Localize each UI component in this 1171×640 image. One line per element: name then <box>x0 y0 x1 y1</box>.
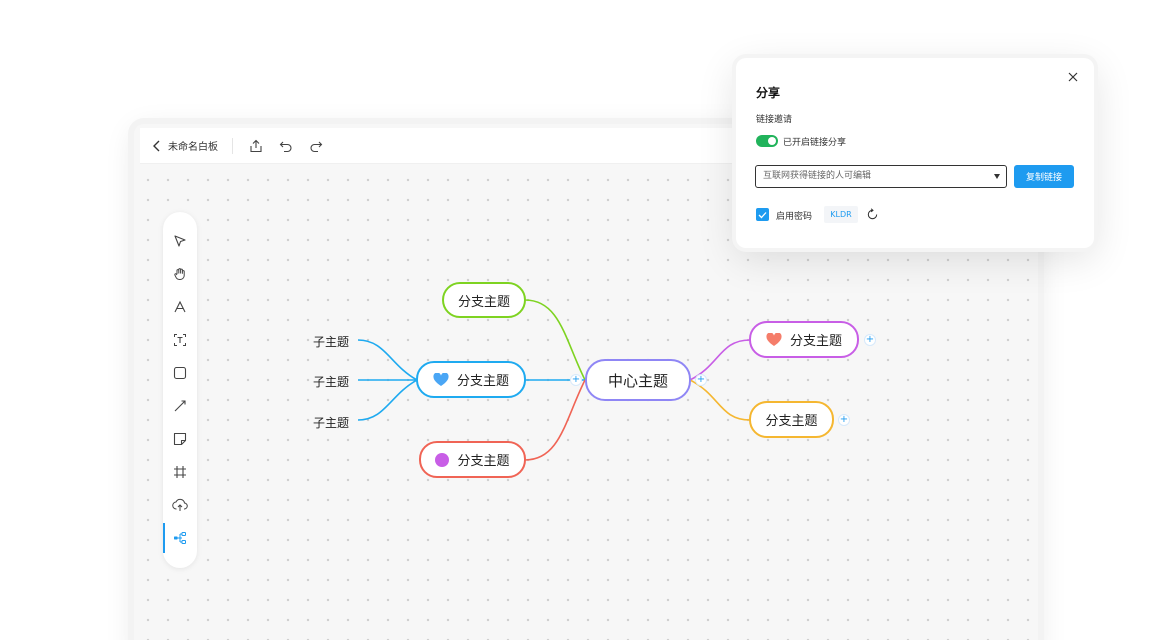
enable-password-checkbox[interactable] <box>756 208 769 221</box>
enable-password-label: 启用密码 <box>776 212 813 222</box>
password-value: KLDR <box>824 206 858 223</box>
refresh-icon[interactable] <box>866 208 879 221</box>
mindmap-branch-node[interactable]: 分支主题 <box>419 441 526 478</box>
mindmap-branch-node[interactable]: 分支主题 <box>749 401 834 438</box>
add-node-button[interactable]: + <box>864 334 876 346</box>
link-share-toggle-label: 已开启链接分享 <box>783 138 847 148</box>
branch-node-label: 分支主题 <box>765 414 818 429</box>
share-dialog: 分享 链接邀请 已开启链接分享 互联网获得链接的人可编辑 复制链接 启用密码 K… <box>736 58 1094 248</box>
add-node-button[interactable]: + <box>570 374 582 386</box>
subtopic-node[interactable]: 子主题 <box>313 414 349 431</box>
mindmap-branch-node[interactable]: 分支主题 <box>749 321 859 358</box>
mindmap-center-node[interactable]: 中心主题 <box>585 359 691 401</box>
share-title: 分享 <box>756 86 781 100</box>
close-icon[interactable] <box>1066 70 1080 84</box>
check-icon <box>758 211 767 218</box>
add-node-button[interactable]: + <box>695 374 707 386</box>
link-share-toggle[interactable] <box>756 135 778 147</box>
mindmap-branch-node[interactable]: 分支主题 <box>416 361 526 398</box>
heart-icon <box>433 372 449 386</box>
subtopic-node[interactable]: 子主题 <box>313 373 349 390</box>
center-node-label: 中心主题 <box>607 371 668 390</box>
dot-icon <box>435 452 450 467</box>
add-node-button[interactable]: + <box>838 414 850 426</box>
caret-down-icon <box>994 174 1000 179</box>
branch-node-label: 分支主题 <box>789 334 842 349</box>
copy-link-button[interactable]: 复制链接 <box>1014 165 1074 188</box>
permission-select-value: 互联网获得链接的人可编辑 <box>763 171 872 181</box>
branch-node-label: 分支主题 <box>457 294 510 310</box>
app-stage: 未命名白板 中心主题 分支主题 分支主题 分支主题 分支主题 分支主题 子主题 … <box>0 0 1171 640</box>
branch-node-label: 分支主题 <box>457 454 510 469</box>
link-invite-label: 链接邀请 <box>756 115 793 125</box>
mindmap-branch-node[interactable]: 分支主题 <box>442 282 526 318</box>
subtopic-node[interactable]: 子主题 <box>313 333 349 350</box>
branch-node-label: 分支主题 <box>456 374 509 389</box>
heart-icon <box>766 332 782 346</box>
permission-select[interactable]: 互联网获得链接的人可编辑 <box>755 165 1007 188</box>
